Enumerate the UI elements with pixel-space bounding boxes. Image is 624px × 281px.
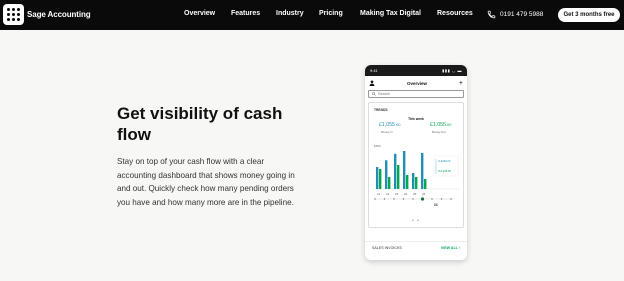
day-label-1: 22	[386, 192, 390, 196]
bar-out-2	[397, 165, 400, 189]
hero-headline: Get visibility of cash flow	[117, 104, 283, 144]
week-label: This week	[408, 117, 424, 121]
timeline-dot-8	[450, 198, 452, 200]
bar-in-4	[412, 173, 415, 189]
day-label-4: 25	[413, 192, 417, 196]
timeline-dot-3	[402, 198, 405, 200]
app-header: Overview +	[365, 76, 467, 90]
bar-in-0	[376, 167, 379, 189]
bar-out-3	[406, 175, 409, 189]
sales-invoices-row[interactable]: SALES INVOICES VIEW ALL ›	[365, 241, 467, 253]
bar-out-4	[415, 177, 418, 189]
day-label-2: 23	[395, 192, 399, 196]
money-out-amount: £1,055.00	[430, 122, 452, 128]
tooltip-out: Out £58.00	[438, 169, 451, 173]
money-out-label: Money Out	[432, 130, 446, 134]
status-time: 9:41	[370, 68, 378, 73]
bar-out-0	[379, 169, 382, 189]
timeline-dot-0	[374, 198, 376, 200]
brand-name[interactable]: Sage Accounting	[27, 10, 91, 19]
bar-in-5	[421, 153, 424, 189]
day-label-5: 26	[422, 192, 426, 196]
selected-day-label: 24	[434, 203, 438, 207]
timeline-dot-7	[440, 198, 443, 200]
bar-in-3	[403, 151, 406, 189]
y-axis-label: £500	[374, 144, 381, 148]
chart-tooltip	[433, 155, 459, 177]
nav-link-overview[interactable]: Overview	[184, 10, 215, 17]
cashflow-bar-chart: £500 21 22 23 24 25 26 24 In £290.00 Out £58.00	[374, 144, 460, 207]
phone-icon	[487, 10, 496, 19]
nav-link-making-tax-digital[interactable]: Making Tax Digital	[360, 10, 421, 17]
timeline-selected-dot	[420, 197, 425, 201]
timeline-dot-4	[412, 198, 414, 200]
nav-link-features[interactable]: Features	[231, 10, 260, 17]
trends-label: TRENDS	[374, 108, 388, 112]
trends-card: TRENDS This week £1,055.00 Money In £1,0…	[368, 102, 464, 228]
nav-link-pricing[interactable]: Pricing	[319, 10, 343, 17]
nav-link-resources[interactable]: Resources	[437, 10, 473, 17]
sales-invoices-label: SALES INVOICES	[372, 245, 402, 250]
nav-link-industry[interactable]: Industry	[276, 10, 304, 17]
status-icons: ▮▮▮ ◡ ▬	[442, 68, 462, 73]
money-in-amount: £1,055.00	[379, 122, 401, 128]
bar-in-1	[385, 160, 388, 189]
sage-logo-icon[interactable]	[3, 4, 24, 25]
timeline-dot-6	[431, 198, 433, 200]
app-title: Overview	[406, 80, 427, 86]
timeline-dot-1	[383, 198, 386, 200]
day-label-0: 21	[377, 192, 381, 196]
bar-out-5	[424, 179, 427, 189]
view-all-link[interactable]: VIEW ALL ›	[441, 246, 460, 250]
timeline-dot-2	[393, 198, 395, 200]
search-input[interactable]: Search	[368, 90, 464, 98]
user-icon[interactable]	[369, 80, 375, 86]
top-nav: Sage Accounting Overview Features Indust…	[0, 0, 624, 30]
tooltip-in: In £290.00	[438, 159, 451, 163]
pagination-dots[interactable]: • •	[369, 218, 463, 224]
phone-mockup: 9:41 ▮▮▮ ◡ ▬ Overview + Search TRENDS Th…	[365, 65, 467, 260]
phone-status-bar: 9:41 ▮▮▮ ◡ ▬	[365, 65, 467, 76]
hero-body: Stay on top of your cash flow with a cle…	[117, 157, 295, 208]
search-icon	[372, 92, 376, 96]
phone-number[interactable]: 0191 479 5988	[500, 11, 543, 18]
bar-in-2	[394, 153, 397, 189]
search-placeholder: Search	[378, 92, 391, 96]
bar-out-1	[388, 177, 391, 189]
add-icon[interactable]: +	[459, 80, 463, 87]
money-in-label: Money In	[381, 130, 393, 134]
day-label-3: 24	[404, 192, 408, 196]
get-3-months-free-button[interactable]: Get 3 months free	[558, 8, 620, 22]
